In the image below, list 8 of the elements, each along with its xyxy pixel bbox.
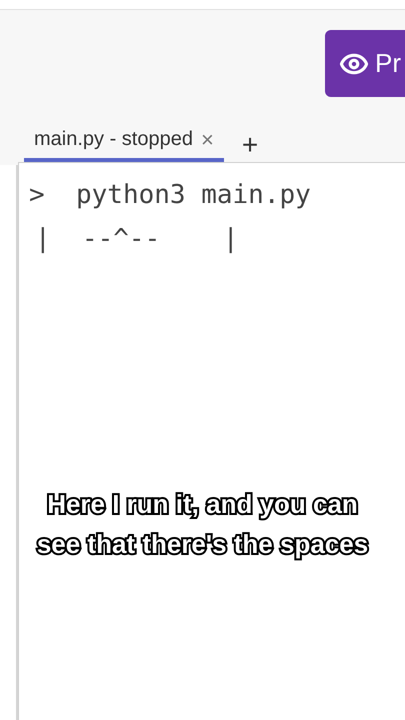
- close-icon[interactable]: ×: [200, 122, 214, 156]
- console-line: | --^-- |: [34, 222, 238, 256]
- tab-label: main.py - stopped: [34, 127, 193, 152]
- video-caption: Here I run it, and you can see that there's the spaces: [34, 488, 370, 562]
- add-tab-button[interactable]: +: [234, 124, 266, 162]
- prompt-symbol: >: [29, 178, 46, 212]
- preview-button[interactable]: Pr: [325, 30, 405, 97]
- console-line: python3 main.py: [76, 178, 311, 212]
